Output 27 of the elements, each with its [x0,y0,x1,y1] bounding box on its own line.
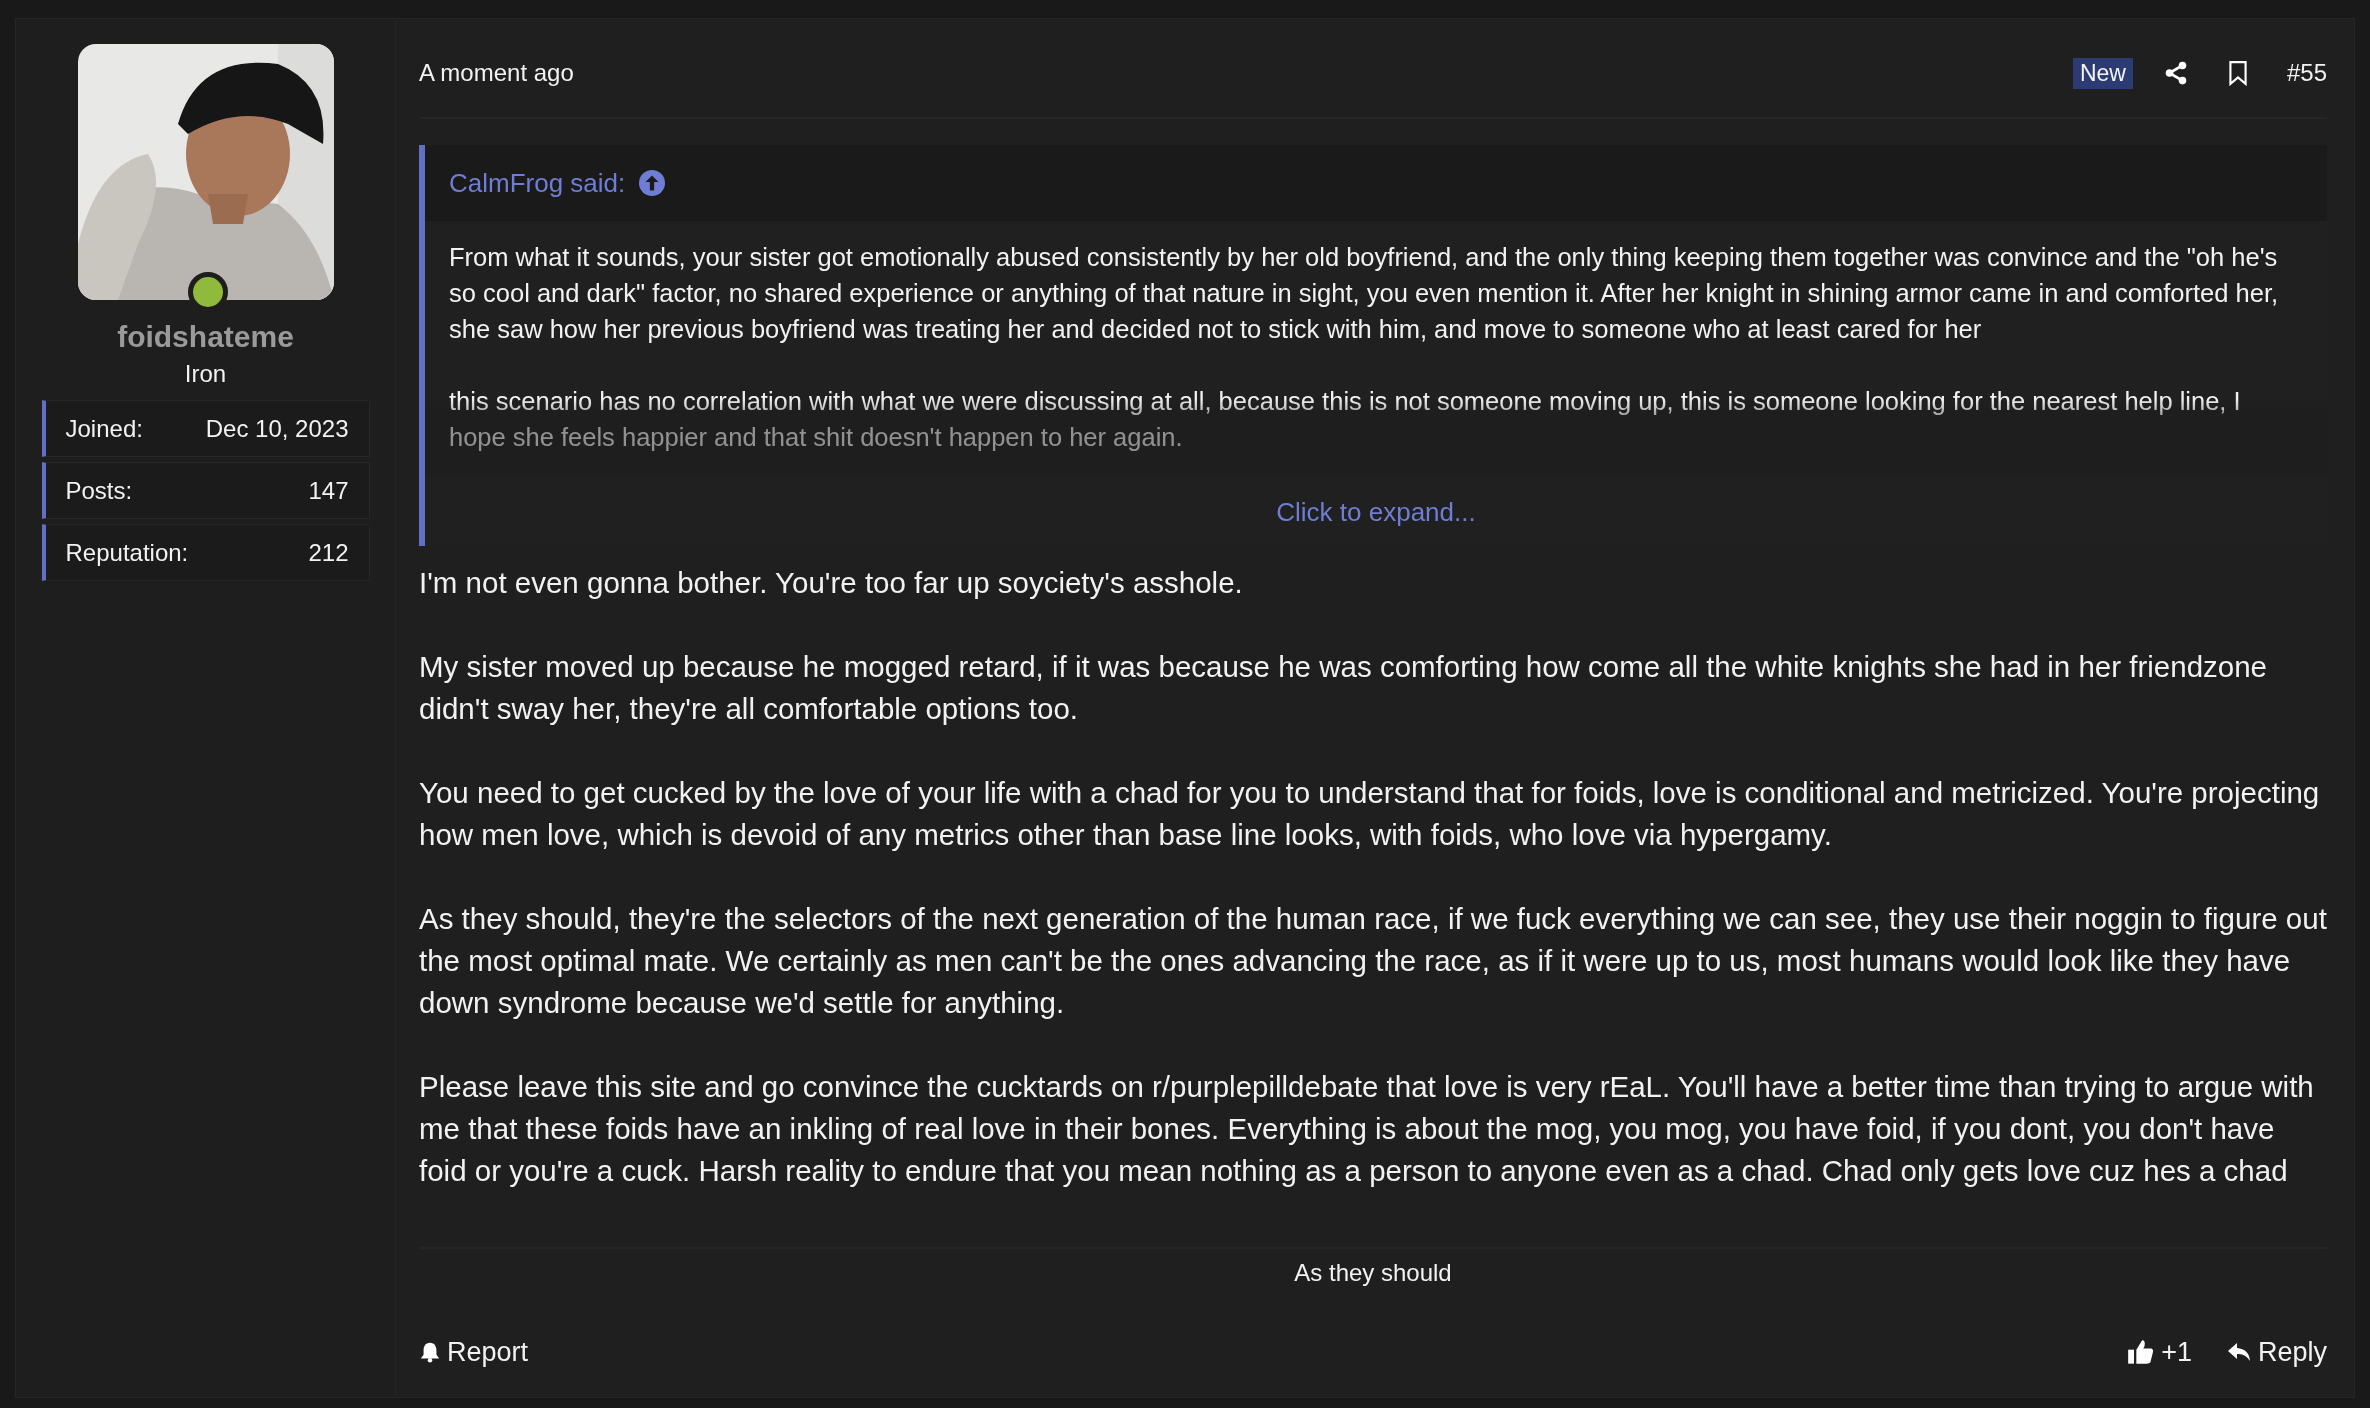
post-paragraph: I'm not even gonna bother. You're too far up soyciety's asshole. [419,565,1244,601]
stat-value: Dec 10, 2023 [205,414,349,443]
quote-paragraph: this scenario has no correlation with what we were discussing at all, because this is not someone moving up, this is someone looking for the nearest help line, I hope she feels happier and that shit doesn't happen to her again. [449,386,2242,453]
post-paragraph: As they should, they're the selectors of the next generation of the human race, if we fuck everything we can see, they use their noggin to figure out the most optimal mate. We certainly as men can't be the ones advancing the race, as if it were up to us, most humans would look like they have down syndrome because we'd settle for anything. [419,901,2327,1021]
quote-author[interactable]: CalmFrog said: [449,167,626,199]
post-paragraph: Please leave this site and go convince the cucktards on r/purplepilldebate that love is very rEaL. You'll have a better time than trying to argue with me that these foids have an inkling of real love in their bones. Everything is about the mog, you mog, you have foid, if you dont, you don't have foid or you're a cuck. Harsh reality to endure that you mean nothing as a person to anyone even as a chad. Chad only gets love cuz hes a chad [419,1069,2315,1189]
stat-label: Posts: [65,476,133,505]
report-button[interactable]: Report [419,1336,529,1368]
bell-icon [419,1340,441,1364]
post-number[interactable]: #55 [2286,59,2327,87]
arrow-up-icon[interactable] [639,170,666,196]
new-badge: New [2072,57,2133,89]
stat-label: Joined: [65,414,143,443]
thumbs-up-icon [2127,1338,2156,1366]
signature: As they should [1294,1259,1452,1286]
post-paragraph: You need to get cucked by the love of your life with a chad for you to understand that for foids, love is conditional and metricized. You're projecting how men love, which is devoid of any metrics other than base line looks, with foids, who love via hypergamy. [419,775,2321,853]
username[interactable]: foidshateme [117,320,294,354]
post-time[interactable]: A moment ago [419,59,2037,87]
stat-label: Reputation: [65,538,189,567]
reply-button[interactable]: Reply [2225,1336,2327,1368]
like-button[interactable]: +1 [2127,1336,2192,1368]
expand-link[interactable]: Click to expand... [425,475,2327,546]
stat-value: 147 [308,476,349,505]
user-rank: Iron [184,360,227,388]
post-paragraph: My sister moved up because he mogged retard, if it was because he was comforting how come all the white knights she had in her friendzone didn't sway her, they're all comfortable options too. [419,649,2268,727]
quote-paragraph: From what it sounds, your sister got emotionally abused consistently by her old boyfriend, and the only thing keeping them together was convince and the "oh he's so cool and dark" factor, no shared experience or anything of that nature in sight, you even mention it. After her knight in shining armor came in and comforted her, she saw how her previous boyfriend was treating her and decided not to stick with him, and move to someone who at least cared for her [449,242,2280,345]
stat-value: 212 [308,538,349,567]
